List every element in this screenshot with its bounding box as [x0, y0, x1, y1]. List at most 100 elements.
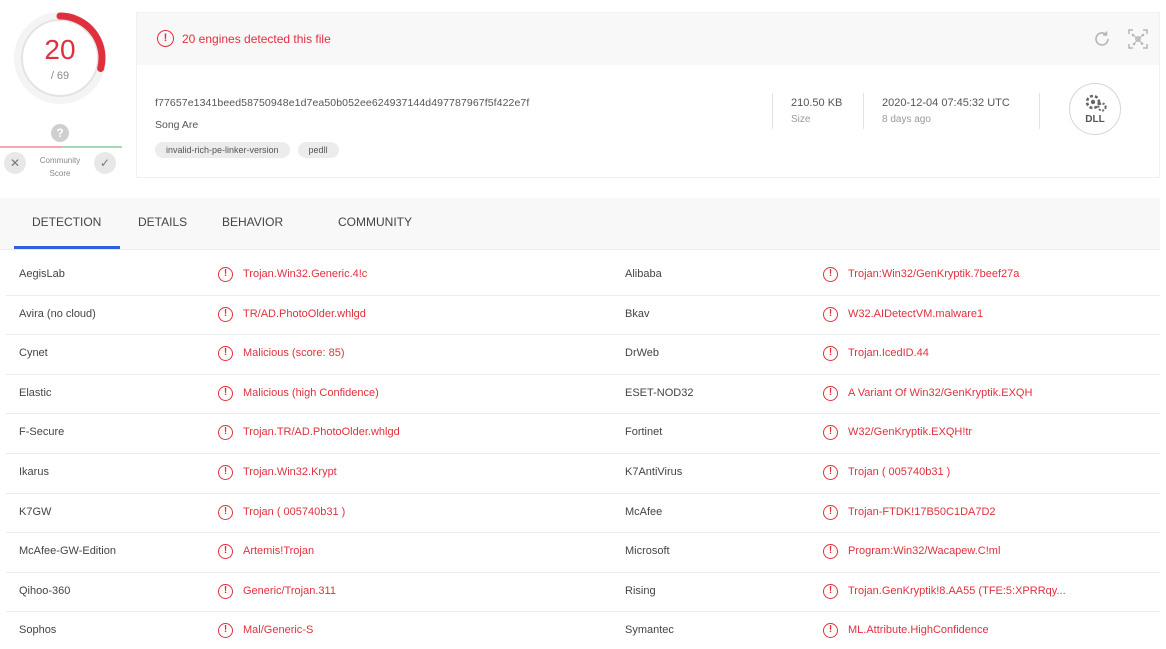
vote-malicious-button[interactable]: ✕ — [4, 152, 26, 174]
divider — [1039, 93, 1040, 129]
engine-name: McAfee-GW-Edition — [19, 545, 116, 558]
tab-detection[interactable]: DETECTION — [32, 215, 101, 229]
detection-result: Program:Win32/Wacapew.C!ml — [848, 545, 1001, 558]
table-row: Cynet ! Malicious (score: 85) DrWeb ! Tr… — [6, 335, 1160, 375]
tab-community[interactable]: COMMUNITY — [338, 215, 412, 229]
divider — [772, 93, 773, 129]
detection-result: Trojan:Win32/GenKryptik.7beef27a — [848, 268, 1020, 280]
engine-name: Elastic — [19, 386, 52, 399]
engine-name: Alibaba — [625, 268, 662, 280]
detection-result: Trojan.Win32.Generic.4!c — [243, 268, 368, 280]
file-hash[interactable]: f77657e1341beed58750948e1d7ea50b052ee624… — [155, 97, 529, 109]
table-row: Avira (no cloud) ! TR/AD.PhotoOlder.whlg… — [6, 296, 1160, 336]
engine-name: ESET-NOD32 — [625, 386, 694, 399]
alert-icon: ! — [823, 544, 838, 560]
community-label-line2: Score — [49, 169, 71, 178]
detection-result: Malicious (score: 85) — [243, 347, 345, 360]
detection-result: W32.AIDetectVM.malware1 — [848, 307, 984, 320]
alert-icon: ! — [218, 346, 233, 362]
alert-icon: ! — [823, 504, 838, 520]
detection-result: Malicious (high Confidence) — [243, 386, 379, 399]
alert-icon: ! — [823, 306, 838, 322]
divider — [863, 93, 864, 129]
analysis-date-value: 2020-12-04 07:45:32 UTC — [882, 97, 1010, 109]
file-type-badge: DLL — [1069, 83, 1121, 135]
active-tab-indicator — [14, 246, 120, 249]
file-summary-card: ! 20 engines detected this file f77657e1… — [136, 12, 1160, 178]
alert-icon: ! — [218, 425, 233, 441]
detection-result: Trojan-FTDK!17B50C1DA7D2 — [848, 505, 996, 518]
file-size-value: 210.50 KB — [791, 97, 843, 109]
alert-icon: ! — [218, 504, 233, 520]
table-row: Elastic ! Malicious (high Confidence) ES… — [6, 375, 1160, 415]
table-row: K7GW ! Trojan ( 005740b31 ) McAfee ! Tro… — [6, 494, 1160, 534]
detection-result: W32/GenKryptik.EXQH!tr — [848, 426, 973, 439]
file-tags: invalid-rich-pe-linker-version pedll — [155, 142, 339, 158]
vote-harmless-button[interactable]: ✓ — [94, 152, 116, 174]
detections-table: AegisLab ! Trojan.Win32.Generic.4!c Alib… — [6, 256, 1160, 649]
detection-alert-bar: ! 20 engines detected this file — [137, 13, 1159, 65]
alert-icon: ! — [823, 425, 838, 441]
alert-text: 20 engines detected this file — [182, 32, 331, 46]
engine-name: Avira (no cloud) — [19, 307, 96, 320]
alert-icon: ! — [218, 267, 233, 282]
detection-result: Trojan ( 005740b31 ) — [848, 465, 951, 478]
detection-result: Trojan.GenKryptik!8.AA55 (TFE:5:XPRRqy..… — [848, 584, 1066, 597]
community-bar-positive — [62, 146, 122, 148]
gear-icon — [1085, 94, 1107, 112]
file-name: Song Are — [155, 119, 199, 131]
alert-icon: ! — [218, 583, 233, 599]
table-row: F-Secure ! Trojan.TR/AD.PhotoOlder.whlgd… — [6, 414, 1160, 454]
engine-name: K7GW — [19, 505, 52, 518]
alert-icon: ! — [823, 346, 838, 362]
engine-name: DrWeb — [625, 347, 660, 360]
analysis-date-relative: 8 days ago — [882, 114, 931, 125]
engine-name: Rising — [625, 584, 656, 597]
file-size-label: Size — [791, 114, 811, 125]
detected-count: 20 — [44, 34, 76, 65]
graph-icon[interactable] — [1127, 28, 1149, 50]
alert-icon: ! — [218, 544, 233, 560]
detection-result: Trojan.IcedID.44 — [848, 347, 929, 360]
engine-name: F-Secure — [19, 426, 65, 439]
alert-icon: ! — [218, 464, 233, 480]
engine-name: Bkav — [625, 307, 650, 320]
engine-name: AegisLab — [19, 268, 65, 280]
engine-name: Ikarus — [19, 465, 49, 478]
detection-result: ML.Attribute.HighConfidence — [848, 624, 989, 637]
file-type-label: DLL — [1085, 114, 1105, 125]
engine-name: Fortinet — [625, 426, 663, 439]
detection-result: Trojan.TR/AD.PhotoOlder.whlgd — [243, 426, 400, 439]
alert-icon: ! — [823, 583, 838, 599]
engine-name: Cynet — [19, 347, 48, 360]
file-tag[interactable]: invalid-rich-pe-linker-version — [155, 142, 290, 158]
alert-icon: ! — [218, 623, 233, 639]
detection-score-gauge: 20 / 69 — [10, 8, 114, 112]
community-bar-negative — [0, 146, 62, 148]
alert-icon: ! — [823, 623, 838, 639]
alert-icon: ! — [823, 385, 838, 401]
tab-behavior[interactable]: BEHAVIOR — [222, 215, 283, 229]
engine-name: Sophos — [19, 624, 57, 637]
detection-result: Mal/Generic-S — [243, 624, 314, 637]
file-tag[interactable]: pedll — [297, 142, 339, 158]
engine-name: Symantec — [625, 624, 674, 637]
engine-name: Microsoft — [625, 545, 670, 558]
alert-icon: ! — [823, 464, 838, 480]
detection-result: Trojan ( 005740b31 ) — [243, 505, 346, 518]
table-row: McAfee-GW-Edition ! Artemis!Trojan Micro… — [6, 533, 1160, 573]
community-label-line1: Community — [39, 156, 81, 165]
refresh-icon[interactable] — [1092, 29, 1112, 49]
question-icon: ? — [51, 124, 69, 142]
detection-result: TR/AD.PhotoOlder.whlgd — [243, 307, 366, 320]
tab-details[interactable]: DETAILS — [138, 215, 187, 229]
detection-result: Trojan.Win32.Krypt — [243, 465, 337, 478]
engine-total: / 69 — [50, 70, 70, 82]
engine-name: McAfee — [625, 505, 663, 518]
alert-icon: ! — [823, 267, 838, 282]
community-score: ? ✕ Community Score ✓ — [0, 122, 124, 182]
community-score-label: Community Score — [28, 154, 92, 180]
detection-result: A Variant Of Win32/GenKryptik.EXQH — [848, 386, 1033, 399]
table-row: Ikarus ! Trojan.Win32.Krypt K7AntiVirus … — [6, 454, 1160, 494]
engine-name: K7AntiVirus — [625, 465, 683, 478]
